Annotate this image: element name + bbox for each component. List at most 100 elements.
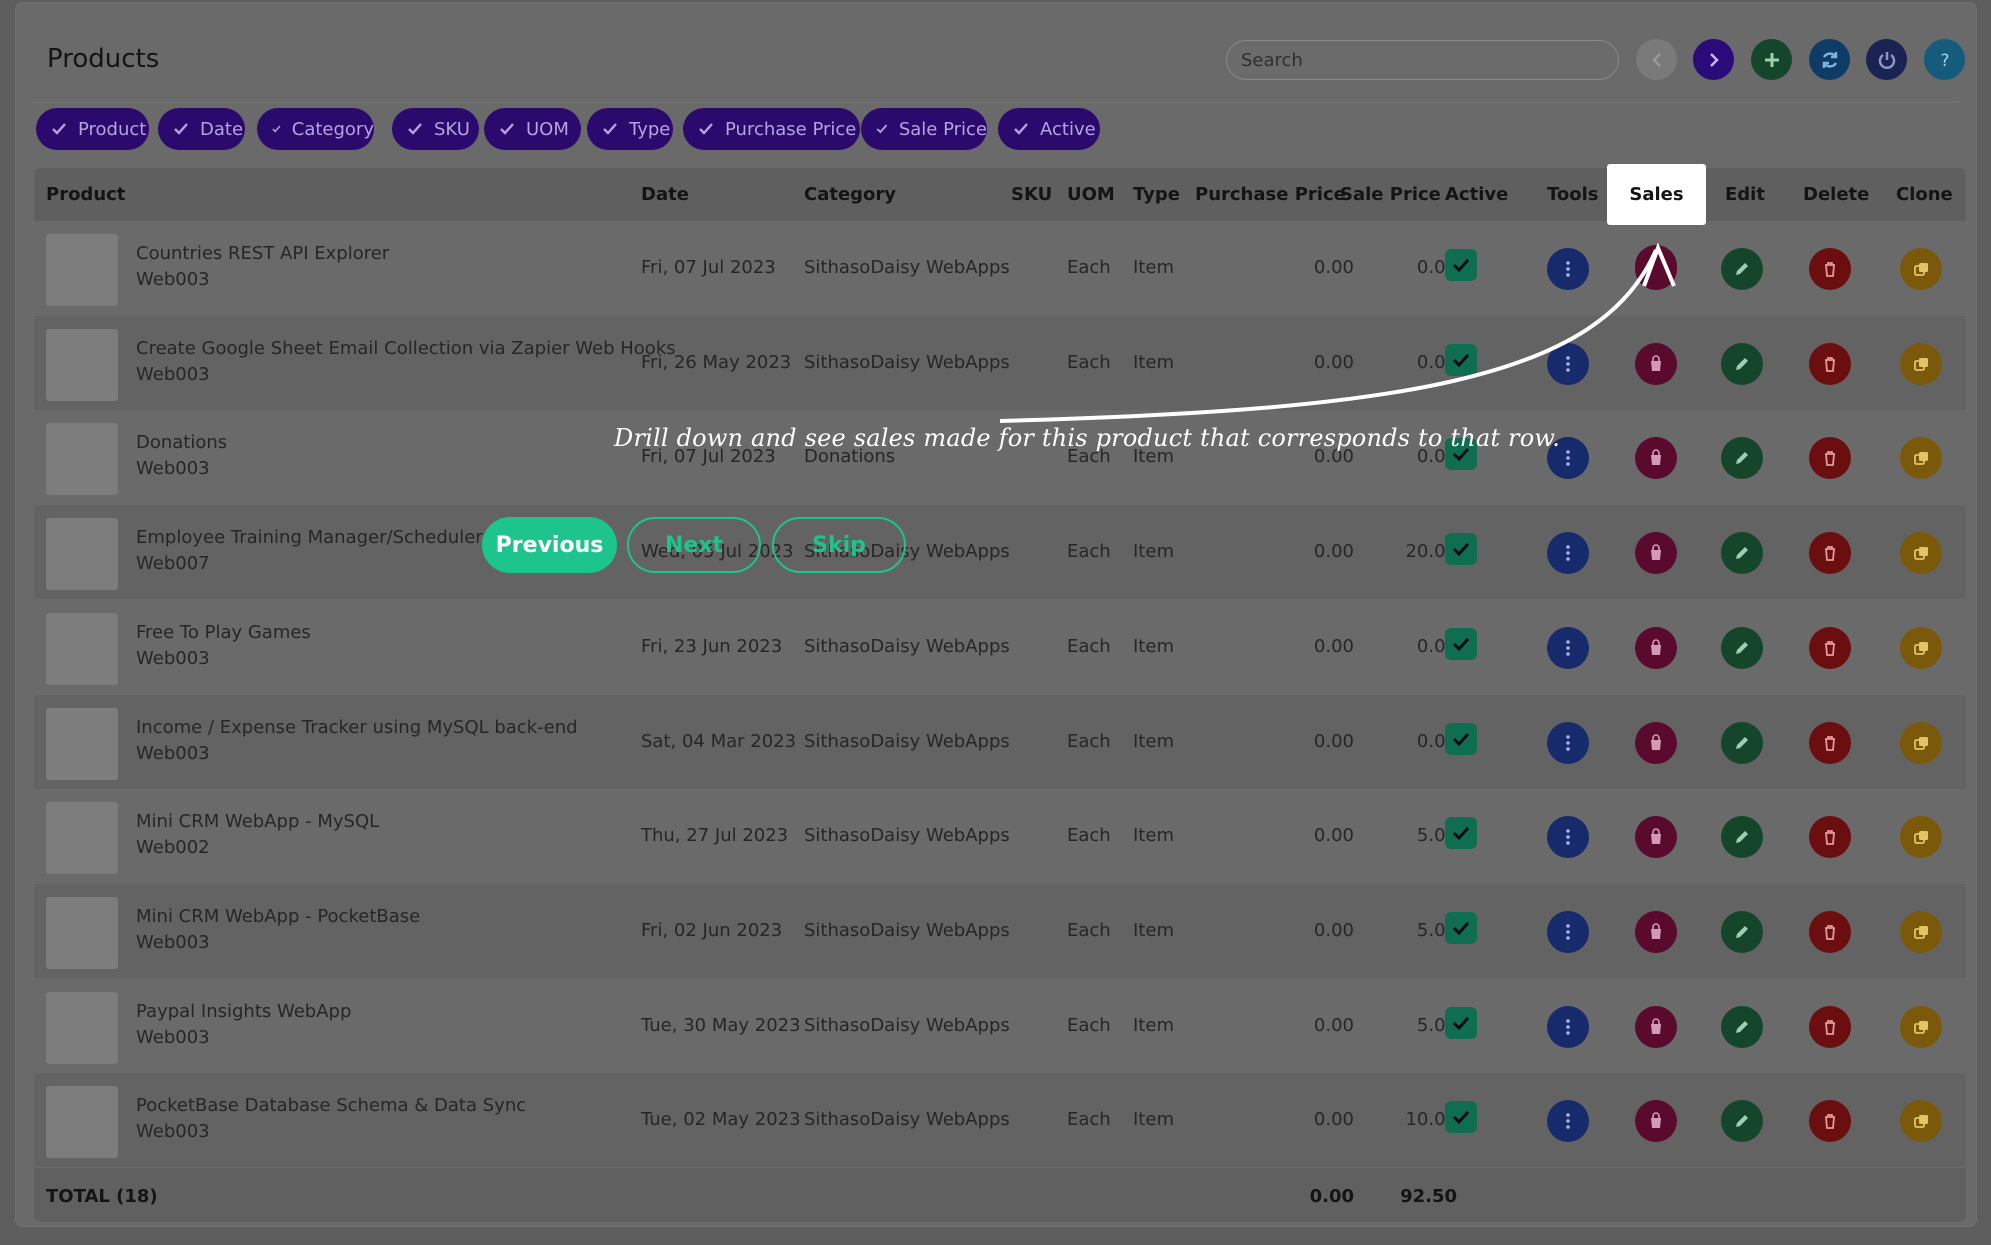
chip-active[interactable]: Active xyxy=(998,108,1100,150)
table-row[interactable]: PocketBase Database Schema & Data Sync We… xyxy=(34,1073,1966,1168)
table-row[interactable]: Create Google Sheet Email Collection via… xyxy=(34,315,1966,410)
active-checkbox[interactable] xyxy=(1445,533,1477,566)
edit-button[interactable] xyxy=(1721,532,1763,575)
chip-purchase-price[interactable]: Purchase Price xyxy=(683,108,860,150)
active-checkbox[interactable] xyxy=(1445,817,1477,850)
logout-button[interactable] xyxy=(1866,39,1907,80)
tools-button[interactable] xyxy=(1547,248,1589,290)
clone-button[interactable] xyxy=(1900,532,1942,575)
active-checkbox[interactable] xyxy=(1445,627,1477,660)
table-row[interactable]: Free To Play Games Web003 Fri, 23 Jun 2023… xyxy=(34,599,1966,694)
sales-button[interactable] xyxy=(1635,721,1677,764)
tools-button[interactable] xyxy=(1547,721,1589,764)
table-row[interactable]: Paypal Insights WebApp Web003 Tue, 30 May … xyxy=(34,978,1966,1073)
column-header-date[interactable]: Date xyxy=(641,184,689,205)
column-header-active[interactable]: Active xyxy=(1445,184,1508,205)
active-checkbox[interactable] xyxy=(1445,722,1477,755)
forward-button[interactable] xyxy=(1693,39,1734,80)
column-header-sale-price[interactable]: Sale Price xyxy=(1340,184,1441,205)
delete-button[interactable] xyxy=(1809,342,1851,385)
sales-button[interactable] xyxy=(1635,342,1677,385)
active-checkbox[interactable] xyxy=(1445,1101,1477,1134)
chip-category[interactable]: Category xyxy=(257,108,374,150)
edit-button[interactable] xyxy=(1721,1005,1763,1048)
clone-button[interactable] xyxy=(1900,248,1942,290)
edit-button[interactable] xyxy=(1721,1100,1763,1143)
edit-button[interactable] xyxy=(1721,248,1763,290)
delete-button[interactable] xyxy=(1809,816,1851,859)
clone-button[interactable] xyxy=(1900,910,1942,953)
refresh-button[interactable] xyxy=(1809,39,1850,80)
chip-type[interactable]: Type xyxy=(587,108,673,150)
search-input[interactable] xyxy=(1226,40,1619,80)
delete-button[interactable] xyxy=(1809,721,1851,764)
highlighted-sales-button[interactable] xyxy=(1635,245,1677,287)
tour-next-button[interactable]: Next xyxy=(627,517,761,573)
table-row[interactable]: Employee Training Manager/Scheduler Web00… xyxy=(34,505,1966,600)
column-header-edit[interactable]: Edit xyxy=(1725,184,1765,205)
delete-button[interactable] xyxy=(1809,1100,1851,1143)
clone-button[interactable] xyxy=(1900,342,1942,385)
delete-button[interactable] xyxy=(1809,1005,1851,1048)
tools-button[interactable] xyxy=(1547,816,1589,859)
chip-product[interactable]: Product xyxy=(36,108,149,150)
shopping-bag-icon xyxy=(1651,733,1661,750)
tour-previous-button[interactable]: Previous xyxy=(482,517,617,573)
edit-button[interactable] xyxy=(1721,816,1763,859)
delete-button[interactable] xyxy=(1809,437,1851,480)
active-checkbox[interactable] xyxy=(1445,249,1477,281)
delete-button[interactable] xyxy=(1809,910,1851,953)
column-header-type[interactable]: Type xyxy=(1133,184,1180,205)
active-checkbox[interactable] xyxy=(1445,911,1477,944)
edit-button[interactable] xyxy=(1721,437,1763,480)
clone-button[interactable] xyxy=(1900,1005,1942,1048)
clone-button[interactable] xyxy=(1900,437,1942,480)
chip-sku[interactable]: SKU xyxy=(392,108,479,150)
chip-date[interactable]: Date xyxy=(158,108,245,150)
tools-button[interactable] xyxy=(1547,626,1589,669)
tools-button[interactable] xyxy=(1547,910,1589,953)
column-header-tools[interactable]: Tools xyxy=(1547,184,1599,205)
column-header-delete[interactable]: Delete xyxy=(1803,184,1869,205)
column-header-category[interactable]: Category xyxy=(804,184,896,205)
edit-button[interactable] xyxy=(1721,910,1763,953)
delete-button[interactable] xyxy=(1809,626,1851,669)
sales-button[interactable] xyxy=(1635,1005,1677,1048)
clone-button[interactable] xyxy=(1900,1100,1942,1143)
tour-skip-button[interactable]: Skip xyxy=(772,517,906,573)
clone-button[interactable] xyxy=(1900,626,1942,669)
help-button[interactable]: ? xyxy=(1924,39,1965,80)
add-button[interactable] xyxy=(1751,39,1792,80)
edit-button[interactable] xyxy=(1721,721,1763,764)
column-header-purchase-price[interactable]: Purchase Price xyxy=(1195,184,1346,205)
edit-button[interactable] xyxy=(1721,626,1763,669)
delete-button[interactable] xyxy=(1809,248,1851,290)
tools-button[interactable] xyxy=(1547,1005,1589,1048)
tools-button[interactable] xyxy=(1547,1100,1589,1143)
active-checkbox[interactable] xyxy=(1445,1006,1477,1039)
sales-button[interactable] xyxy=(1635,910,1677,953)
back-button[interactable] xyxy=(1636,39,1677,80)
shopping-bag-icon xyxy=(1651,923,1661,939)
clone-button[interactable] xyxy=(1900,721,1942,764)
active-checkbox[interactable] xyxy=(1445,343,1477,376)
sales-button[interactable] xyxy=(1635,816,1677,859)
chip-uom[interactable]: UOM xyxy=(484,108,581,150)
clone-button[interactable] xyxy=(1900,816,1942,859)
column-header-product[interactable]: Product xyxy=(46,184,125,205)
table-row[interactable]: Income / Expense Tracker using MySQL bac… xyxy=(34,694,1966,789)
delete-button[interactable] xyxy=(1809,532,1851,575)
table-row[interactable]: Mini CRM WebApp - MySQL Web002 Thu, 27 Jul… xyxy=(34,789,1966,884)
tools-button[interactable] xyxy=(1547,532,1589,575)
sales-button[interactable] xyxy=(1635,532,1677,575)
chip-sale-price[interactable]: Sale Price xyxy=(861,108,987,150)
sales-button[interactable] xyxy=(1635,1100,1677,1143)
column-header-sku[interactable]: SKU xyxy=(1011,184,1052,205)
edit-button[interactable] xyxy=(1721,342,1763,385)
column-header-clone[interactable]: Clone xyxy=(1896,184,1953,205)
column-header-uom[interactable]: UOM xyxy=(1067,184,1115,205)
sales-button[interactable] xyxy=(1635,437,1677,480)
tools-button[interactable] xyxy=(1547,342,1589,385)
table-row[interactable]: Mini CRM WebApp - PocketBase Web003 Fri, 0… xyxy=(34,883,1966,978)
sales-button[interactable] xyxy=(1635,626,1677,669)
